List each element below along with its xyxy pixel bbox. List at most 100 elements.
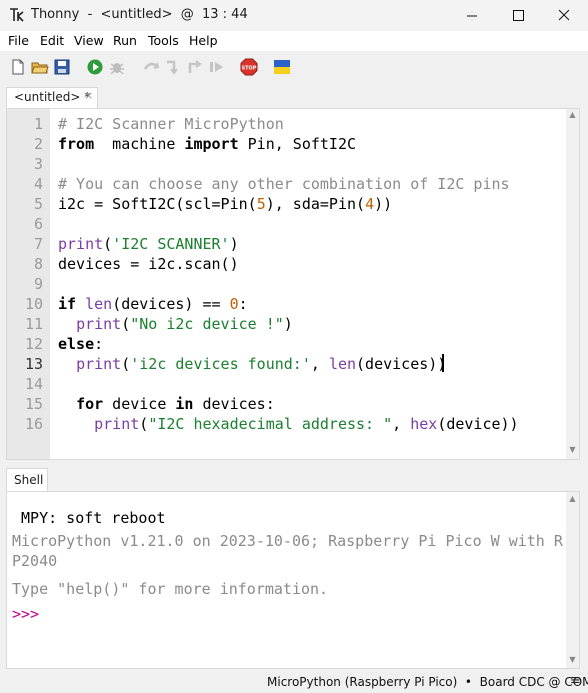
code-token: ), sda=Pin(	[265, 195, 366, 213]
line-number: 6	[33, 215, 43, 233]
code-token: (	[121, 315, 131, 333]
run-icon[interactable]	[86, 58, 104, 76]
menu-help[interactable]: Help	[189, 33, 218, 48]
code-token: if	[58, 295, 77, 313]
code-token: hex	[410, 415, 438, 433]
step-over-icon[interactable]	[142, 58, 160, 76]
maximize-button[interactable]	[495, 0, 541, 31]
ukraine-flag-icon[interactable]	[273, 58, 291, 76]
tab-close-icon[interactable]: ×	[84, 89, 93, 102]
code-token: (device))	[437, 415, 519, 433]
code-token: print	[76, 315, 122, 333]
menu-file[interactable]: File	[8, 33, 29, 48]
menu-view[interactable]: View	[74, 33, 104, 48]
code-token: (	[121, 355, 131, 373]
line-number: 2	[33, 135, 43, 153]
shell-output-line: P2040	[12, 552, 58, 570]
code-line: i2c = SoftI2C(scl=Pin(5), sda=Pin(4))	[58, 195, 392, 213]
debug-icon[interactable]	[108, 58, 126, 76]
menu-tools[interactable]: Tools	[148, 33, 179, 48]
shell-output-line: MicroPython v1.21.0 on 2023-10-06; Raspb…	[12, 532, 563, 550]
code-token: "No i2c device !"	[130, 315, 284, 333]
line-number: 9	[33, 275, 43, 293]
code-token: print	[58, 235, 104, 253]
code-token: :	[94, 335, 104, 353]
code-token: len	[328, 355, 357, 373]
step-into-icon[interactable]	[164, 58, 182, 76]
code-line: print('i2c devices found:', len(devices)…	[58, 355, 446, 373]
scroll-down-arrow-icon[interactable]: ▼	[566, 655, 579, 667]
line-number: 11	[24, 315, 43, 333]
stop-icon[interactable]: STOP	[240, 58, 258, 76]
thonny-app-icon	[10, 8, 24, 22]
code-token: 5	[256, 195, 266, 213]
code-token: 'I2C SCANNER'	[112, 235, 230, 253]
code-token: )	[229, 235, 239, 253]
code-line: else:	[58, 335, 103, 353]
line-number: 10	[24, 295, 43, 313]
code-line: # You can choose any other combination o…	[58, 175, 510, 193]
line-number: 14	[24, 375, 43, 393]
line-number: 5	[33, 195, 43, 213]
code-token: else	[58, 335, 95, 353]
scroll-up-arrow-icon[interactable]: ▲	[566, 494, 579, 506]
code-token: device	[103, 395, 176, 413]
code-token: from	[58, 135, 95, 153]
minimize-icon	[467, 15, 477, 17]
code-token: import	[184, 135, 239, 153]
code-line: if len(devices) == 0:	[58, 295, 248, 313]
editor-tab-label: <untitled> *	[14, 90, 91, 104]
code-line: from machine import Pin, SoftI2C	[58, 135, 356, 153]
code-line: for device in devices:	[58, 395, 275, 413]
code-line: print('I2C SCANNER')	[58, 235, 239, 253]
menu-run[interactable]: Run	[113, 33, 137, 48]
code-token: for	[76, 395, 104, 413]
window-title: Thonny - <untitled> @ 13 : 44	[31, 7, 248, 22]
code-line: print("I2C hexadecimal address: ", hex(d…	[58, 415, 519, 433]
shell-tab-strip	[0, 462, 588, 490]
code-token: devices:	[193, 395, 275, 413]
shell-scrollbar[interactable]	[566, 492, 579, 668]
code-token: (devices) ==	[112, 295, 230, 313]
code-token: ,	[392, 415, 411, 433]
shell-output-line: MPY: soft reboot	[12, 509, 166, 527]
editor-scrollbar[interactable]	[566, 109, 579, 459]
step-out-icon[interactable]	[186, 58, 204, 76]
minimize-button[interactable]	[449, 0, 495, 31]
save-icon[interactable]	[53, 58, 71, 76]
code-token: # I2C Scanner MicroPython	[58, 115, 284, 133]
line-number: 1	[33, 115, 43, 133]
code-token: Pin, SoftI2C	[238, 135, 357, 153]
maximize-icon	[513, 10, 524, 21]
code-token: len	[85, 295, 113, 313]
resume-icon[interactable]	[208, 58, 226, 76]
scroll-up-arrow-icon[interactable]: ▲	[566, 110, 579, 122]
close-icon	[558, 9, 570, 21]
status-menu-icon[interactable]: ≡	[570, 673, 581, 688]
code-token: (	[103, 235, 113, 253]
code-token: :	[238, 295, 248, 313]
code-token: devices = i2c.scan()	[58, 255, 239, 273]
code-line: devices = i2c.scan()	[58, 255, 239, 273]
code-token: 4	[365, 195, 375, 213]
scroll-down-arrow-icon[interactable]: ▼	[566, 445, 579, 457]
code-token: machine	[94, 135, 185, 153]
line-number: 8	[33, 255, 43, 273]
line-number: 16	[24, 415, 43, 433]
text-cursor	[442, 354, 444, 372]
menu-edit[interactable]: Edit	[40, 33, 64, 48]
shell-tab-label: Shell	[14, 473, 44, 487]
code-line: # I2C Scanner MicroPython	[58, 115, 284, 133]
code-token: 0	[229, 295, 239, 313]
code-token: ))	[374, 195, 393, 213]
code-token: ,	[310, 355, 329, 373]
close-button[interactable]	[541, 0, 587, 31]
new-file-icon[interactable]	[9, 58, 27, 76]
open-file-icon[interactable]	[31, 58, 49, 76]
stop-label: STOP	[242, 66, 257, 72]
code-token: print	[76, 355, 122, 373]
interpreter-status[interactable]: MicroPython (Raspberry Pi Pico) • Board …	[267, 675, 588, 689]
